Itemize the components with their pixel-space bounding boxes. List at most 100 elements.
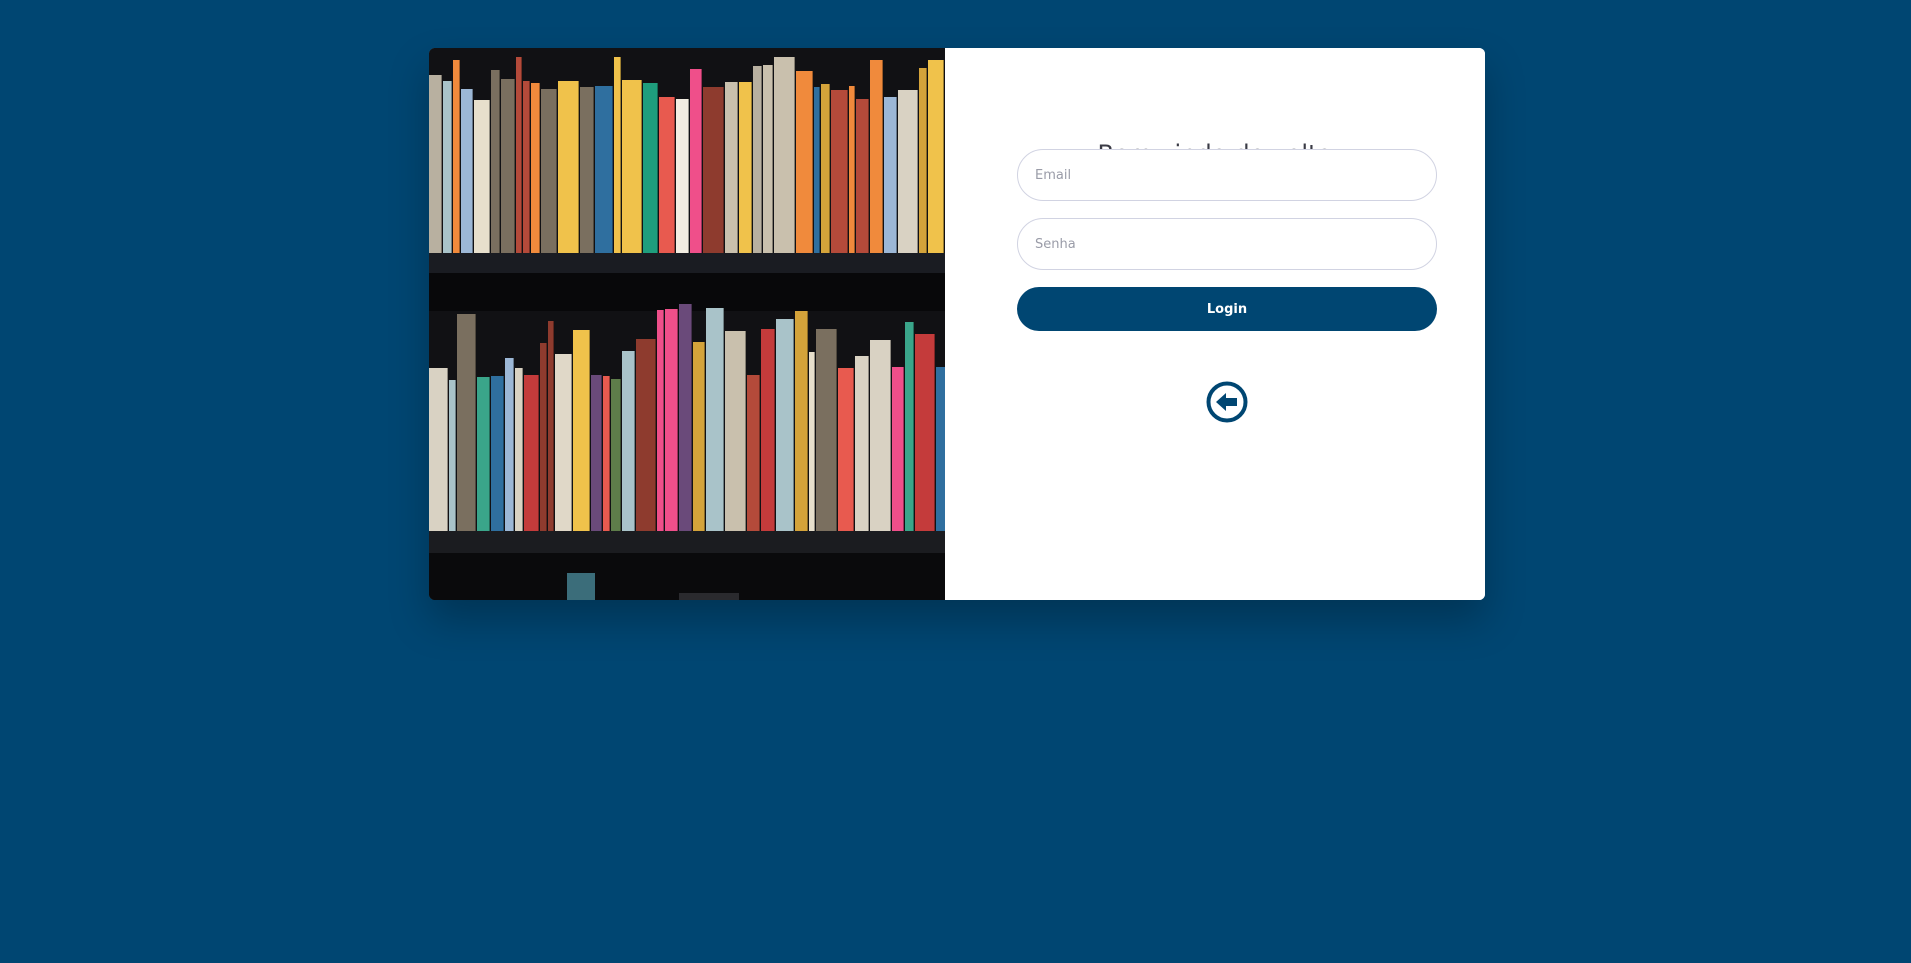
email-field[interactable] [1017,149,1437,201]
book-shadow [589,330,590,531]
book-shadow [657,83,658,253]
book-spine [870,340,891,531]
book-shadow [553,321,554,531]
book-spine [622,351,635,531]
book-spine [531,83,540,253]
book-shadow [896,97,897,253]
book-shadow [546,343,547,531]
book-shadow [751,82,752,253]
book-shadow [688,99,689,253]
book-spine [693,342,705,531]
login-button[interactable]: Login [1017,287,1437,331]
book-spine [573,330,590,531]
book-spine [491,376,504,531]
book-spine [453,60,460,253]
book-shadow [812,71,813,253]
book-spine [540,343,547,531]
book-shadow [601,375,602,531]
book-shadow [814,352,815,531]
book-shadow [819,87,820,253]
back-button[interactable] [1206,381,1248,423]
book-shadow [774,329,775,531]
book-shadow [890,340,891,531]
book-spine [505,358,514,531]
book-shadow [634,351,635,531]
book-spine [774,57,795,253]
book-shadow [704,342,705,531]
book-shadow [513,358,514,531]
book-shadow [609,376,610,531]
book-spine [636,339,656,531]
arrow-circle-left-icon [1206,381,1248,423]
book-spine [763,65,773,253]
book-shadow [723,87,724,253]
book-shadow [807,311,808,531]
book-spine [501,79,515,253]
book-spine [443,81,452,253]
book-shadow [529,81,530,253]
book-spine [747,375,760,531]
book-spine [725,331,746,531]
book-shadow [475,314,476,531]
book-spine [515,368,523,531]
book-spine [523,81,530,253]
book-spine [761,329,775,531]
book-spine [611,379,621,531]
book-shadow [556,89,557,253]
book-shadow [539,83,540,253]
book-shadow [620,57,621,253]
book-spine [915,334,935,531]
book-spine [936,367,945,531]
book-shadow [943,60,944,253]
book-shadow [917,90,918,253]
book-shadow [455,380,456,531]
book-spine [831,90,848,253]
book-spine [725,82,738,253]
book-shadow [854,86,855,253]
book-shadow [691,304,692,531]
book-shadow [612,86,613,253]
book-spine [643,83,658,253]
book-spine [429,368,448,531]
book-spine [928,60,944,253]
book-spine [856,99,869,253]
book-spine [739,82,752,253]
book-shadow [868,99,869,253]
book-spine [555,354,572,531]
book-shadow [745,331,746,531]
book-spine [821,84,830,253]
book-shadow [538,375,539,531]
book-shadow [794,57,795,253]
book-spine [816,329,837,531]
book-spine [690,69,702,253]
book-shadow [459,60,460,253]
book-shadow [737,82,738,253]
book-shadow [489,377,490,531]
book-shadow [578,81,579,253]
book-spine [795,311,808,531]
book-spine [776,319,794,531]
book-shadow [489,100,490,253]
book-spine [905,322,914,531]
book-shadow [641,80,642,253]
book-shadow [759,375,760,531]
book-shadow [836,329,837,531]
book-spine [558,81,579,253]
book-shadow [499,70,500,253]
book-spine [884,97,897,253]
book-shadow [441,75,442,253]
book-spine [657,310,664,531]
book-spine [622,80,642,253]
book-shadow [934,334,935,531]
password-field[interactable] [1017,218,1437,270]
book-spine [838,368,854,531]
book-spine [614,57,621,253]
book-spine [753,66,762,253]
book-shadow [793,319,794,531]
book-shadow [926,68,927,253]
book-shadow [674,97,675,253]
book-shadow [521,57,522,253]
book-spine [524,375,539,531]
book-shadow [829,84,830,253]
book-shadow [677,309,678,531]
